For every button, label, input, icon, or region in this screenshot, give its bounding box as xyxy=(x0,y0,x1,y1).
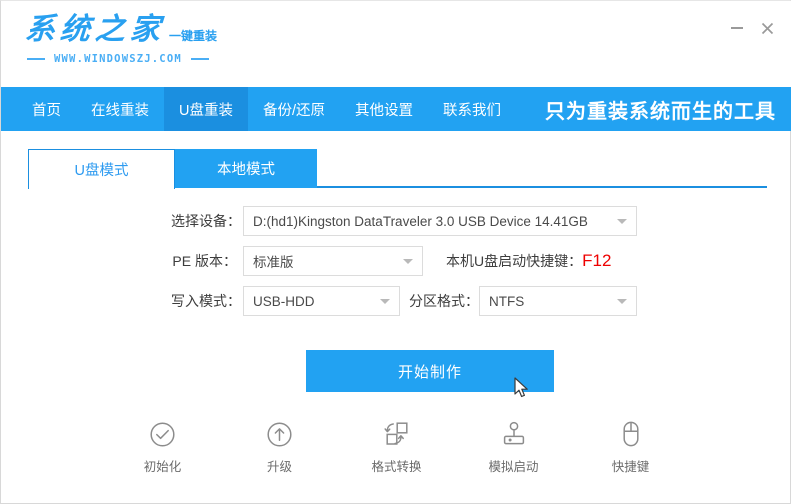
partition-format-label: 分区格式： xyxy=(409,291,475,311)
nav-item-home[interactable]: 首页 xyxy=(17,87,76,131)
close-icon xyxy=(761,22,774,35)
tool-initialize-label: 初始化 xyxy=(144,456,182,475)
application-window: 系统之家 一键重装 WWW.WINDOWSZJ.COM 首页 在线重装 U盘重装 xyxy=(0,0,791,504)
tool-upgrade[interactable]: 升级 xyxy=(248,419,312,475)
boot-hotkey-note: 本机U盘启动快捷键：F12 xyxy=(446,251,611,271)
partition-format-select-value: NTFS xyxy=(489,294,524,309)
device-label: 选择设备： xyxy=(171,211,237,231)
nav-item-online-reinstall[interactable]: 在线重装 xyxy=(76,87,164,131)
write-mode-select-value: USB-HDD xyxy=(253,294,315,309)
tool-simulate-boot[interactable]: 模拟启动 xyxy=(482,419,546,475)
tool-format-convert[interactable]: 格式转换 xyxy=(365,419,429,475)
nav-item-other-settings[interactable]: 其他设置 xyxy=(340,87,428,131)
chevron-down-icon xyxy=(617,219,627,224)
chevron-down-icon xyxy=(380,299,390,304)
mouse-icon xyxy=(616,419,646,449)
boot-hotkey-value: F12 xyxy=(582,251,611,270)
pe-version-label: PE 版本： xyxy=(171,251,237,271)
tab-usb-mode[interactable]: U盘模式 xyxy=(28,149,175,189)
pe-version-select[interactable]: 标准版 xyxy=(243,246,423,276)
pe-version-select-value: 标准版 xyxy=(253,251,294,271)
app-logo: 系统之家 一键重装 WWW.WINDOWSZJ.COM xyxy=(25,13,217,65)
check-circle-icon xyxy=(148,419,178,449)
nav-slogan-text: 只为重装系统而生的工具 xyxy=(545,87,776,131)
nav-item-backup-restore[interactable]: 备份/还原 xyxy=(248,87,340,131)
device-select[interactable]: D:(hd1)Kingston DataTraveler 3.0 USB Dev… xyxy=(243,206,637,236)
arrow-up-circle-icon xyxy=(265,419,295,449)
minimize-button[interactable] xyxy=(722,15,752,41)
window-controls xyxy=(722,15,782,41)
tool-format-convert-label: 格式转换 xyxy=(371,456,421,475)
tab-local-mode[interactable]: 本地模式 xyxy=(175,149,317,188)
device-select-value: D:(hd1)Kingston DataTraveler 3.0 USB Dev… xyxy=(253,214,588,229)
logo-website-text: WWW.WINDOWSZJ.COM xyxy=(54,53,182,65)
main-navigation: 首页 在线重装 U盘重装 备份/还原 其他设置 联系我们 只为重装系统而生的工具 xyxy=(1,87,791,131)
write-mode-select[interactable]: USB-HDD xyxy=(243,286,400,316)
boot-hotkey-label: 本机U盘启动快捷键： xyxy=(446,253,582,269)
title-bar: 系统之家 一键重装 WWW.WINDOWSZJ.COM xyxy=(1,1,791,87)
tool-simulate-boot-label: 模拟启动 xyxy=(488,456,538,475)
format-convert-icon xyxy=(382,419,412,449)
write-mode-label: 写入模式： xyxy=(171,291,237,311)
tool-shortcut-keys[interactable]: 快捷键 xyxy=(599,419,663,475)
chevron-down-icon xyxy=(403,259,413,264)
tool-shortcut-keys-label: 快捷键 xyxy=(612,456,650,475)
tool-initialize[interactable]: 初始化 xyxy=(131,419,195,475)
chevron-down-icon xyxy=(617,299,627,304)
mode-tab-strip: U盘模式 本地模式 xyxy=(1,149,791,189)
usb-mode-form: 选择设备： D:(hd1)Kingston DataTraveler 3.0 U… xyxy=(1,201,791,321)
form-row-pe-version: PE 版本： 标准版 本机U盘启动快捷键：F12 xyxy=(1,241,791,281)
tool-upgrade-label: 升级 xyxy=(267,456,292,475)
nav-item-usb-reinstall[interactable]: U盘重装 xyxy=(164,87,248,131)
logo-dash-right-icon xyxy=(191,58,209,60)
joystick-icon xyxy=(499,419,529,449)
close-button[interactable] xyxy=(752,15,782,41)
logo-dash-left-icon xyxy=(27,58,45,60)
tool-shortcuts: 初始化 升级 格式转换 xyxy=(1,419,791,475)
minimize-icon xyxy=(731,27,743,29)
form-row-device: 选择设备： D:(hd1)Kingston DataTraveler 3.0 U… xyxy=(1,201,791,241)
form-row-write-mode: 写入模式： USB-HDD 分区格式： NTFS xyxy=(1,281,791,321)
logo-tagline-text: 一键重装 xyxy=(169,27,217,47)
nav-item-contact-us[interactable]: 联系我们 xyxy=(428,87,516,131)
logo-brand-text: 系统之家 xyxy=(24,13,166,47)
partition-format-select[interactable]: NTFS xyxy=(479,286,637,316)
start-make-button[interactable]: 开始制作 xyxy=(306,350,554,392)
